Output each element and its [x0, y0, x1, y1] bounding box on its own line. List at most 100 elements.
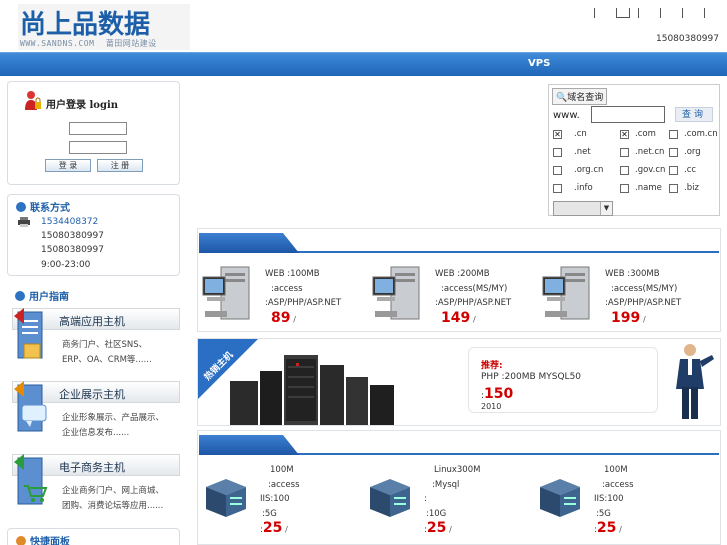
panel-tab	[199, 233, 299, 253]
logo-sub-right: 莆田网站建设	[105, 39, 157, 48]
contact-phone-2: 15080380997	[41, 245, 104, 255]
domain-checkbox[interactable]	[669, 184, 678, 193]
domain-query-button[interactable]: 查询	[675, 107, 713, 122]
web-product[interactable]: WEB :300MB:access(MS/MY):ASP/PHP/ASP.NET…	[605, 267, 681, 327]
domain-checkbox[interactable]	[620, 184, 629, 193]
nav-item-vps[interactable]: VPS	[528, 58, 550, 69]
question-icon	[15, 291, 25, 301]
product-line: :access	[268, 479, 300, 490]
vps-server-icon	[540, 479, 580, 517]
domain-checkbox[interactable]: ✕	[620, 130, 629, 139]
vps-product[interactable]: Linux300M:Mysql::10G:25 /	[424, 463, 480, 538]
host-desc-line: 商务门户、社区SNS、	[62, 340, 148, 350]
domain-search-tab[interactable]: 🔍域名查询	[552, 88, 608, 105]
search-icon: 🔍	[556, 93, 568, 103]
domain-checkbox[interactable]	[553, 166, 562, 175]
recommend-title: 推荐:	[481, 361, 503, 371]
panel-header	[199, 233, 719, 253]
recommend-line: PHP :200MB MYSQL50	[481, 372, 582, 382]
user-lock-icon	[25, 91, 41, 110]
domain-checkbox[interactable]	[553, 148, 562, 157]
recommend-box[interactable]: 推荐: PHP :200MB MYSQL50 :150 2010	[468, 347, 658, 413]
businessman-image	[676, 344, 714, 419]
vps-server-icon	[206, 479, 246, 517]
product-line: 100M	[604, 465, 628, 475]
logo[interactable]: 尚上品数据 WWW.SANDNS.COM 莆田网站建设	[18, 4, 190, 50]
register-button[interactable]: 注 册	[97, 159, 143, 172]
chevron-down-icon: ▼	[600, 202, 612, 215]
server-icon	[372, 266, 420, 320]
domain-input[interactable]	[591, 106, 665, 123]
host-card-desc: 企业形象展示、产品展示、 企业信息发布......	[62, 411, 164, 441]
shopping-cart-icon	[14, 454, 48, 505]
web-product[interactable]: WEB :200MB:access(MS/MY):ASP/PHP/ASP.NET…	[435, 267, 511, 327]
product-line: :access	[602, 479, 634, 490]
host-desc-line: ERP、OA、CRM等......	[62, 355, 152, 365]
vps-product[interactable]: 100M:access IIS:100:5G:25 /	[594, 463, 634, 538]
top-nav	[594, 8, 726, 18]
host-card-title: 高端应用主机	[59, 315, 125, 328]
domain-checkbox-label: .cc	[684, 165, 697, 175]
product-line: IIS:100	[260, 494, 290, 504]
top-nav-sep	[594, 8, 595, 18]
domain-checkbox-label: .gov.cn	[635, 165, 666, 175]
web-product[interactable]: WEB :100MB:access:ASP/PHP/ASP.NET 89 /	[265, 267, 341, 327]
logo-text: 尚上品数据	[20, 10, 151, 40]
top-nav-sep	[616, 8, 630, 18]
product-price: :25 /	[594, 521, 634, 538]
login-button[interactable]: 登 录	[45, 159, 91, 172]
domain-checkbox[interactable]	[669, 166, 678, 175]
vps-product[interactable]: 100M:access IIS:100:5G:25 /	[260, 463, 300, 538]
product-line: :ASP/PHP/ASP.NET	[265, 298, 342, 308]
product-line: :	[424, 494, 427, 504]
domain-checkbox[interactable]	[669, 148, 678, 157]
host-card-ecommerce[interactable]: 电子商务主机 企业商务门户、网上商城、 团购、消费论坛等应用......	[12, 454, 180, 520]
header: 尚上品数据 WWW.SANDNS.COM 莆田网站建设 15080380997	[0, 0, 727, 52]
hot-product-panel: 热销主机 推荐: PHP :200MB MYSQL50 :150 2010	[197, 338, 721, 426]
contact-qq[interactable]: 1534408372	[41, 217, 98, 227]
panel-tab	[199, 435, 299, 455]
username-input[interactable]	[69, 122, 127, 135]
price-unit: /	[285, 525, 288, 534]
vps-panel: 100M:access IIS:100:5G:25 /Linux300M:Mysq…	[197, 430, 721, 545]
panel-header	[199, 435, 719, 455]
product-line: :access(MS/MY)	[441, 283, 508, 294]
domain-suffix-select[interactable]: ▼	[553, 201, 613, 216]
host-card-title: 电子商务主机	[59, 461, 125, 474]
host-card-advanced[interactable]: 高端应用主机 商务门户、社区SNS、 ERP、OA、CRM等......	[12, 308, 180, 374]
domain-checkbox-label: .biz	[684, 183, 699, 193]
guide-title: 用户指南	[15, 288, 69, 303]
info-icon	[16, 202, 26, 212]
price-value: 89	[271, 309, 291, 326]
recommend-year: 2010	[481, 402, 502, 411]
price-unit: /	[293, 314, 296, 324]
domain-checkbox[interactable]: ✕	[553, 130, 562, 139]
price-value: 25	[426, 520, 447, 536]
login-title: 用户登录 login	[46, 100, 119, 111]
domain-checkbox[interactable]	[553, 184, 562, 193]
domain-checkbox-label: .com.cn	[684, 129, 718, 139]
quick-panel-title: 快捷面板	[16, 533, 70, 545]
product-price: :25 /	[424, 521, 480, 538]
product-line: WEB :100MB	[265, 269, 320, 279]
domain-checkbox-label: .com	[635, 129, 656, 139]
password-input[interactable]	[69, 141, 127, 154]
top-nav-sep	[682, 8, 683, 18]
domain-checkbox[interactable]	[669, 130, 678, 139]
host-card-enterprise[interactable]: 企业展示主机 企业形象展示、产品展示、 企业信息发布......	[12, 381, 180, 447]
product-line: :5G	[262, 508, 277, 519]
domain-checkbox-label: .info	[574, 183, 593, 193]
product-line: :ASP/PHP/ASP.NET	[605, 298, 682, 308]
domain-tab-label: 域名查询	[567, 93, 604, 103]
main-nav-bar: VPS	[0, 52, 727, 76]
host-desc-line: 企业形象展示、产品展示、	[62, 413, 165, 423]
printer-icon	[18, 217, 30, 227]
price-value: 25	[262, 520, 283, 536]
contact-title: 联系方式	[16, 199, 70, 214]
recommend-price: :150	[481, 386, 513, 402]
top-nav-sep	[660, 8, 661, 18]
domain-checkbox[interactable]	[620, 166, 629, 175]
domain-checkbox[interactable]	[620, 148, 629, 157]
web-hosting-panel: WEB :100MB:access:ASP/PHP/ASP.NET 89 /WEB…	[197, 228, 721, 332]
product-line: 100M	[270, 465, 294, 475]
